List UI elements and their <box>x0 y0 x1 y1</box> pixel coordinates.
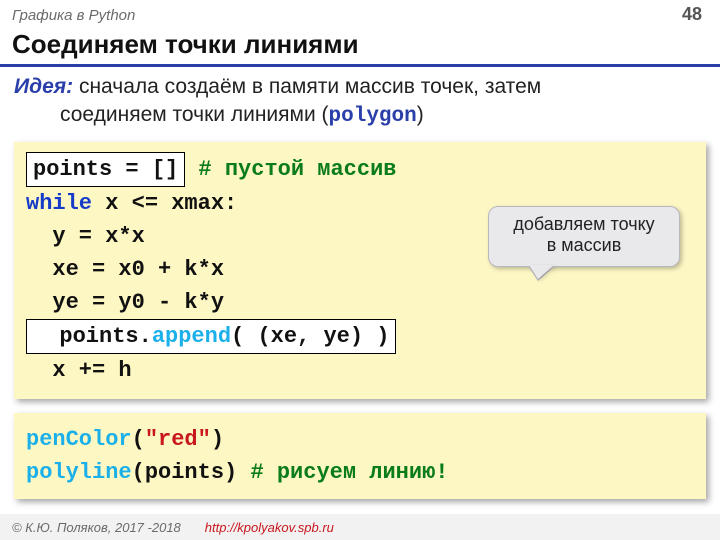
code-line-6: points.append( (xe, ye) ) <box>26 319 694 354</box>
idea-text-2b: ) <box>417 103 424 126</box>
idea-label: Идея: <box>14 75 73 98</box>
footer-bar: © К.Ю. Поляков, 2017 -2018 http://kpolya… <box>0 514 720 540</box>
code2-line-1: penColor("red") <box>26 423 694 456</box>
callout-line-2: в массив <box>497 235 671 257</box>
code-l6-pre: points. <box>33 324 152 349</box>
idea-text-1: сначала создаём в памяти массив точек, з… <box>73 75 541 98</box>
code-highlight-2: points.append( (xe, ye) ) <box>26 319 396 354</box>
code-block-1: points = [] # пустой массив while x <= x… <box>14 142 706 399</box>
idea-text-2-wrap: соединяем точки линиями (polygon) <box>14 101 706 131</box>
code2-line-2: polyline(points) # рисуем линию! <box>26 456 694 489</box>
subject-label: Графика в Python <box>12 7 135 24</box>
code-kw-while: while <box>26 191 92 216</box>
idea-paragraph: Идея: сначала создаём в памяти массив то… <box>0 73 720 132</box>
idea-text-2a: соединяем точки линиями ( <box>60 103 329 126</box>
code2-l1-arg: "red" <box>145 427 211 452</box>
footer-copyright: © К.Ю. Поляков, 2017 -2018 <box>12 520 181 535</box>
header-bar: Графика в Python 48 <box>0 0 720 27</box>
code-line-7: x += h <box>26 354 694 387</box>
footer-url: http://kpolyakov.spb.ru <box>205 520 334 535</box>
code2-l2-cmt: # рисуем линию! <box>250 460 448 485</box>
code2-fn-polyline: polyline <box>26 460 132 485</box>
title-divider <box>0 64 720 67</box>
code-l6-fn: append <box>152 324 231 349</box>
code-l6-post: ( (xe, ye) ) <box>231 324 389 349</box>
idea-keyword: polygon <box>329 105 417 128</box>
code2-l1-close: ) <box>211 427 224 452</box>
code-block-2: penColor("red") polyline(points) # рисуе… <box>14 413 706 499</box>
callout-line-1: добавляем точку <box>497 214 671 236</box>
code-line-1: points = [] # пустой массив <box>26 152 694 187</box>
code2-l1-open: ( <box>132 427 145 452</box>
code-l2-rest: x <= xmax: <box>92 191 237 216</box>
page-number: 48 <box>682 4 702 25</box>
code2-l2-rest: (points) <box>132 460 251 485</box>
code-line-5: ye = y0 - k*y <box>26 286 694 319</box>
page-title: Соединяем точки линиями <box>0 27 720 62</box>
code-highlight-1: points = [] <box>26 152 185 187</box>
code-comment-1: # пустой массив <box>185 157 396 182</box>
code2-fn-pencolor: penColor <box>26 427 132 452</box>
callout-bubble: добавляем точку в массив <box>488 206 680 267</box>
